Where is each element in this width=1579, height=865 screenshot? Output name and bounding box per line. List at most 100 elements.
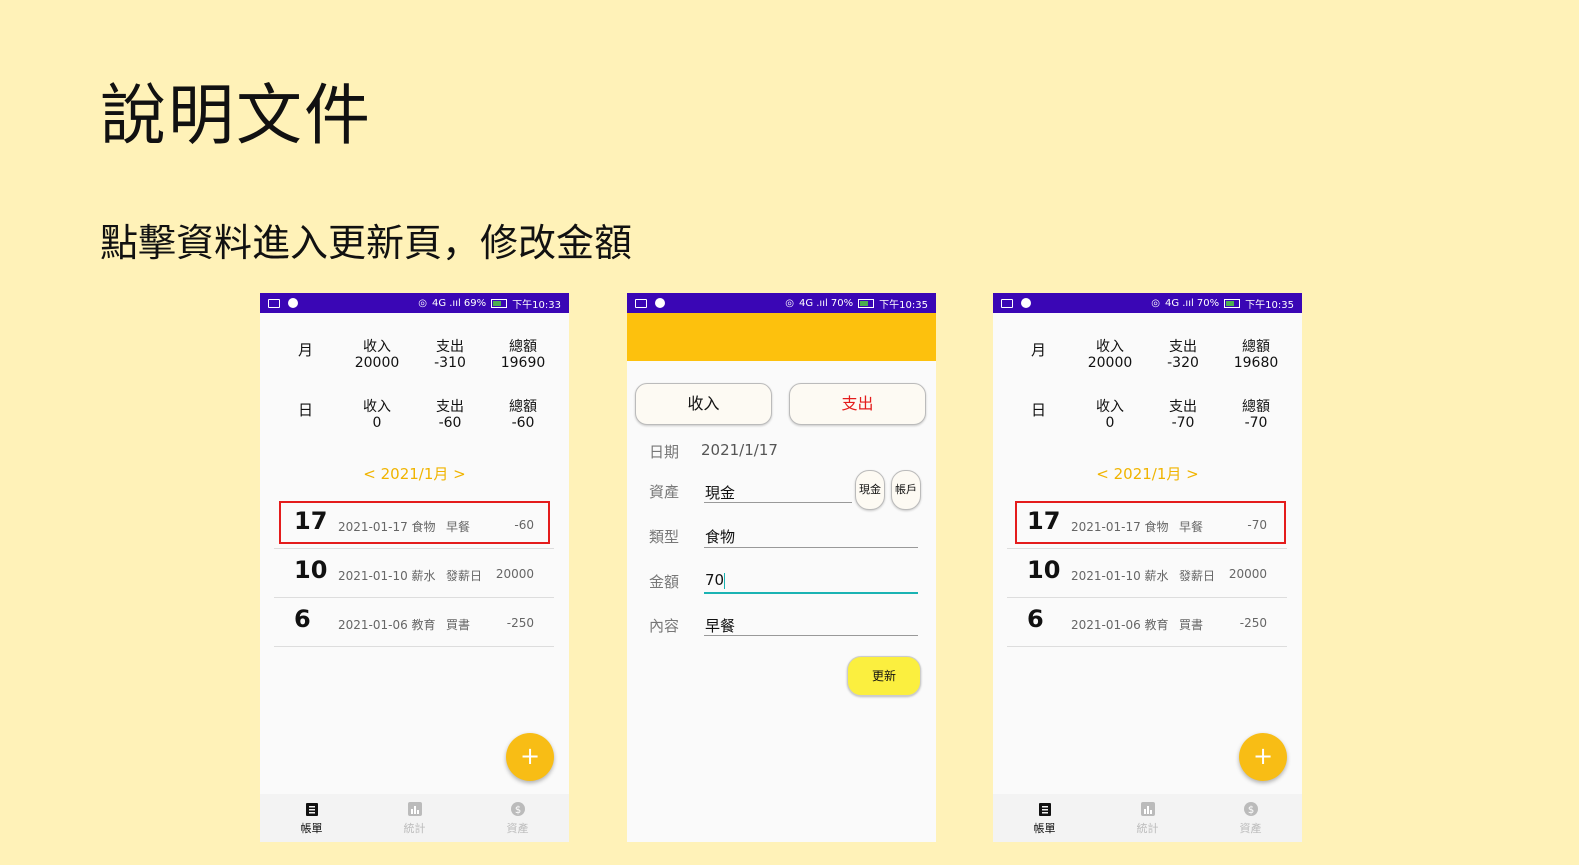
month-total: 總額 19680 xyxy=(1233,339,1279,371)
type-label: 類型 xyxy=(649,528,680,546)
network-icon: ◎ xyxy=(785,297,794,309)
entry-day: 6 xyxy=(294,605,311,633)
update-button[interactable]: 更新 xyxy=(847,656,921,696)
network-icon: ◎ xyxy=(418,297,427,309)
entry-note: 發薪日 xyxy=(446,569,483,583)
signal-battery: 4G .ııl 70% xyxy=(1164,297,1220,309)
image-icon xyxy=(1001,298,1013,308)
type-underline xyxy=(704,547,918,548)
month-summary: 月 收入 20000 支出 -310 總額 19690 xyxy=(260,339,569,379)
entry-day: 10 xyxy=(1027,556,1061,584)
asset-label: 資產 xyxy=(649,483,680,501)
entry-note: 買書 xyxy=(446,618,471,632)
content-label: 內容 xyxy=(649,617,680,635)
entry-info: 2021-01-06 教育 xyxy=(338,618,436,632)
account-button[interactable]: 帳戶 xyxy=(891,470,921,510)
network-icon: ◎ xyxy=(1151,297,1160,309)
nav-label: 統計 xyxy=(403,821,426,835)
entry-info: 2021-01-10 薪水 xyxy=(1071,569,1169,583)
highlight-box xyxy=(279,501,550,544)
highlight-box xyxy=(1015,501,1286,544)
nav-label: 帳單 xyxy=(300,821,323,835)
bottom-nav: 帳單 統計 $ 資產 xyxy=(993,794,1302,842)
nav-tab-assets[interactable]: $ 資產 xyxy=(1240,801,1262,836)
signal-battery: 4G .ııl 70% xyxy=(798,297,854,309)
nav-tab-stats[interactable]: 統計 xyxy=(404,801,426,836)
clock: 下午10:35 xyxy=(1245,299,1294,311)
phone-ledger-after: ◎ 4G .ııl 70% 下午10:35 月 收入 20000 支出 -320 總… xyxy=(993,293,1302,842)
phone-ledger-before: ◎ 4G .ııl 69% 下午10:33 月 收入 20000 支出 -310 總… xyxy=(260,293,569,842)
list-item[interactable]: 6 2021-01-06 教育 買書 -250 xyxy=(1007,599,1287,647)
status-bar: ◎ 4G .ııl 69% 下午10:33 xyxy=(260,293,569,313)
entry-note: 買書 xyxy=(1179,618,1204,632)
month-navigator[interactable]: < 2021/1月 > xyxy=(260,463,569,484)
entry-day: 6 xyxy=(1027,605,1044,633)
day-income: 收入 0 xyxy=(363,399,391,431)
amount-input[interactable]: 70 xyxy=(705,571,726,589)
day-expense: 支出 -60 xyxy=(436,399,464,431)
entry-amount: -250 xyxy=(1239,616,1267,630)
amount-label: 金額 xyxy=(649,573,680,591)
clock: 下午10:35 xyxy=(879,299,928,311)
nav-tab-stats[interactable]: 統計 xyxy=(1137,801,1159,836)
clipboard-icon xyxy=(1038,802,1051,816)
content-underline xyxy=(704,635,918,636)
add-entry-button[interactable]: + xyxy=(506,733,554,781)
image-icon xyxy=(635,298,647,308)
phone-update-form: ◎ 4G .ııl 70% 下午10:35 收入 支出 日期 2021/1/17… xyxy=(627,293,936,842)
status-bar: ◎ 4G .ııl 70% 下午10:35 xyxy=(627,293,936,313)
nav-tab-assets[interactable]: $ 資產 xyxy=(507,801,529,836)
entry-note: 發薪日 xyxy=(1179,569,1216,583)
notification-icon xyxy=(1021,298,1031,308)
battery-icon xyxy=(1224,298,1241,308)
nav-tab-bills[interactable]: 帳單 xyxy=(301,801,323,836)
month-expense: 支出 -310 xyxy=(434,339,466,371)
day-total: 總額 -70 xyxy=(1242,399,1270,431)
dollar-icon: $ xyxy=(1243,801,1258,816)
day-label: 日 xyxy=(1031,401,1047,419)
day-expense: 支出 -70 xyxy=(1169,399,1197,431)
list-item[interactable]: 6 2021-01-06 教育 買書 -250 xyxy=(274,599,554,647)
battery-icon xyxy=(858,298,875,308)
signal-battery: 4G .ııl 69% xyxy=(431,297,487,309)
content-input[interactable]: 早餐 xyxy=(705,615,735,636)
bottom-nav: 帳單 統計 $ 資產 xyxy=(260,794,569,842)
income-button[interactable]: 收入 xyxy=(635,383,772,425)
amount-value: 70 xyxy=(705,571,725,589)
bar-chart-icon xyxy=(1140,801,1155,816)
notification-icon xyxy=(655,298,665,308)
nav-label: 資產 xyxy=(506,821,529,835)
month-label: 月 xyxy=(1031,341,1047,359)
notification-icon xyxy=(288,298,298,308)
entry-day: 10 xyxy=(294,556,328,584)
day-summary: 日 收入 0 支出 -70 總額 -70 xyxy=(993,399,1302,439)
clock: 下午10:33 xyxy=(512,299,561,311)
app-bar xyxy=(627,313,936,361)
nav-tab-bills[interactable]: 帳單 xyxy=(1034,801,1056,836)
asset-input[interactable]: 現金 xyxy=(705,482,735,503)
asset-underline xyxy=(704,502,852,503)
day-total: 總額 -60 xyxy=(509,399,537,431)
amount-underline xyxy=(704,592,918,594)
type-input[interactable]: 食物 xyxy=(705,526,735,547)
date-value[interactable]: 2021/1/17 xyxy=(701,441,778,459)
month-expense: 支出 -320 xyxy=(1167,339,1199,371)
entry-amount: -250 xyxy=(506,616,534,630)
list-item[interactable]: 10 2021-01-10 薪水 發薪日 20000 xyxy=(274,550,554,598)
nav-label: 統計 xyxy=(1136,821,1159,835)
month-navigator[interactable]: < 2021/1月 > xyxy=(993,463,1302,484)
add-entry-button[interactable]: + xyxy=(1239,733,1287,781)
svg-text:$: $ xyxy=(514,805,520,816)
month-total: 總額 19690 xyxy=(500,339,546,371)
month-label: 月 xyxy=(298,341,314,359)
clipboard-icon xyxy=(305,802,318,816)
svg-text:$: $ xyxy=(1247,805,1253,816)
cash-button[interactable]: 現金 xyxy=(855,470,885,510)
list-item[interactable]: 10 2021-01-10 薪水 發薪日 20000 xyxy=(1007,550,1287,598)
month-income: 收入 20000 xyxy=(1087,339,1133,371)
expense-button[interactable]: 支出 xyxy=(789,383,926,425)
day-summary: 日 收入 0 支出 -60 總額 -60 xyxy=(260,399,569,439)
slide-title: 說明文件 xyxy=(100,77,372,154)
battery-icon xyxy=(491,298,508,308)
dollar-icon: $ xyxy=(510,801,525,816)
